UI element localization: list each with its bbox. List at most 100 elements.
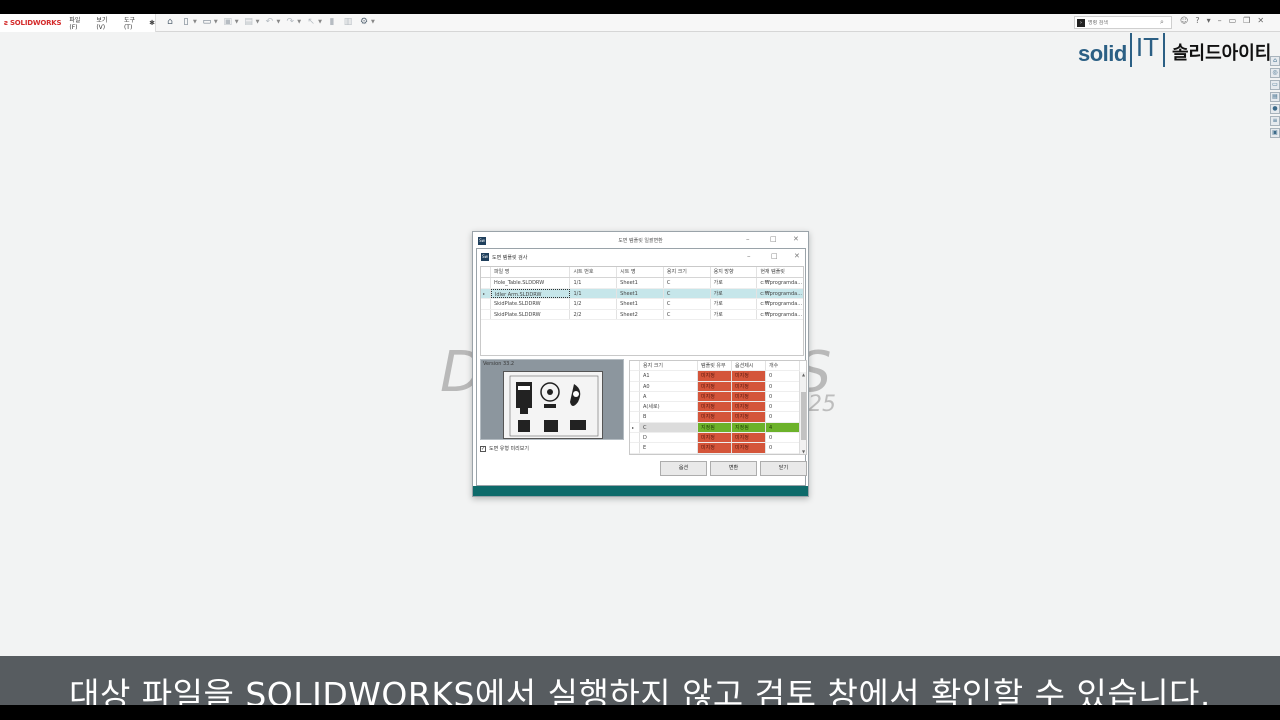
chevron-down-icon[interactable]: ▼ [318,19,322,25]
table-cell: C [640,422,698,434]
scroll-down-icon[interactable]: ▼ [800,449,806,454]
table-cell: 가로 [711,278,758,288]
palette-icon[interactable]: ▤ [1270,92,1280,102]
table-row[interactable]: Hole_Table.SLDDRW 1/1 Sheet1 C 가로 c:₩pro… [481,278,803,289]
table-cell: Sheet1 [617,278,664,288]
vertical-scrollbar[interactable]: ▲ ▼ [799,372,806,454]
chevron-down-icon[interactable]: ▾ [1207,16,1211,25]
column-header[interactable]: 용지 크기 [640,361,698,372]
preview-checkbox-row[interactable]: ✓ 도면 유형 미리보기 [480,445,529,452]
column-header[interactable]: 현재 템플릿 [757,267,803,277]
close-icon[interactable]: ✕ [793,235,799,243]
app-menu-left: ƨ SOLIDWORKS 파일(F) 보기(V) 도구(T) ✱ [0,14,156,32]
sheet-size-grid: 용지 크기 템플릿 유무 옵션제시 개수 A1 미지정 미지정 0 A0 미지정… [629,360,807,455]
appearance-icon[interactable]: ● [1270,104,1280,114]
chevron-down-icon[interactable]: ▼ [371,19,375,25]
properties-icon[interactable]: ≡ [1270,116,1280,126]
row-header-cell [630,371,640,382]
table-cell: 1/1 [570,288,618,298]
pin-icon[interactable]: ✱ [149,19,155,27]
table-row[interactable]: A0 미지정 미지정 0 [630,381,806,392]
tile-icon[interactable]: ▭ [1229,16,1237,25]
menu-view[interactable]: 보기(V) [96,15,116,31]
new-document-icon[interactable]: ▯ [180,16,192,28]
chevron-down-icon[interactable]: ▼ [235,19,239,25]
table-row[interactable]: SkidPlate.SLDDRW 1/2 Sheet1 C 가로 c:₩prog… [481,299,803,310]
close-button[interactable]: 닫기 [760,461,807,476]
table-row[interactable]: A 미지정 미지정 0 [630,391,806,403]
table-cell: 4 [766,422,800,434]
table-row-selected[interactable]: ▸ Idler Arm.SLDDRW 1/1 Sheet1 C 가로 c:₩pr… [481,288,803,299]
minimize-icon[interactable]: – [746,235,750,243]
maximize-icon[interactable]: □ [771,252,778,260]
menu-file[interactable]: 파일(F) [69,15,88,31]
column-header[interactable]: 시트 명 [617,267,664,277]
column-header[interactable]: 용지 크기 [664,267,711,277]
gear-icon[interactable]: ⚙ [358,16,370,28]
chevron-down-icon[interactable]: ▼ [193,19,197,25]
chevron-down-icon[interactable]: ▼ [256,19,260,25]
open-icon[interactable]: ▭ [201,16,213,28]
table-row[interactable]: B 미지정 미지정 0 [630,412,806,423]
column-header[interactable]: 옵션제시 [732,361,766,372]
chevron-down-icon[interactable]: ▼ [276,19,280,25]
rebuild-icon[interactable]: ▮ [326,16,338,28]
table-cell: 0 [766,433,800,444]
column-header[interactable]: 시트 번호 [570,267,618,277]
table-cell: c:₩programda... [760,311,803,318]
status-cell: 미지정 [698,371,732,382]
dialog-title: 도면 템플릿 일괄변환 [618,238,663,244]
column-header[interactable]: 템플릿 유무 [698,361,732,372]
table-row[interactable]: SkidPlate.SLDDRW 2/2 Sheet2 C 가로 c:₩prog… [481,309,803,320]
redo-icon[interactable]: ↷ [284,16,296,28]
scroll-up-icon[interactable]: ▲ [800,372,806,377]
select-icon[interactable]: ↖ [305,16,317,28]
status-cell: 미지정 [732,371,766,382]
table-row[interactable]: D 미지정 미지정 0 [630,433,806,444]
table-row[interactable]: A(세로) 미지정 미지정 0 [630,402,806,413]
convert-button[interactable]: 변환 [710,461,757,476]
table-cell: 가로 [711,309,758,319]
help-icon[interactable]: ? [1195,16,1199,25]
table-cell: SkidPlate.SLDDRW [491,299,571,309]
print-icon[interactable]: ▤ [243,16,255,28]
close-icon[interactable]: ✕ [1257,16,1264,25]
table-row[interactable]: E 미지정 미지정 0 [630,443,806,454]
status-cell: 미지정 [732,402,766,413]
minimize-icon[interactable]: – [1218,16,1222,25]
maximize-icon[interactable]: □ [770,235,777,243]
table-cell: 0 [766,402,800,413]
solidworks-logo[interactable]: ƨ SOLIDWORKS [4,19,62,27]
file-properties-icon[interactable]: ▥ [342,16,354,28]
chevron-down-icon[interactable]: ▼ [297,19,301,25]
column-header[interactable]: 개수 [766,361,800,372]
table-row[interactable]: A1 미지정 미지정 0 [630,371,806,382]
preview-checkbox[interactable]: ✓ [480,445,486,452]
user-icon[interactable]: ☺ [1180,16,1188,25]
menu-tools[interactable]: 도구(T) [124,15,143,31]
option-button[interactable]: 옵션 [660,461,707,476]
search-input[interactable] [1088,19,1158,26]
row-header-cell [481,278,491,288]
home-icon[interactable]: ⌂ [164,16,176,28]
scroll-thumb[interactable] [801,392,806,440]
table-cell: 0 [766,381,800,392]
status-cell: 미지정 [698,381,732,392]
folder-icon[interactable]: ▭ [1270,80,1280,90]
close-icon[interactable]: ✕ [794,252,800,260]
undo-icon[interactable]: ↶ [263,16,275,28]
task-pane-tabs: ⌂ ◎ ▭ ▤ ● ≡ ▣ [1270,56,1280,138]
table-row-selected[interactable]: ▸ C 지정됨 지정됨 4 [630,422,806,434]
restore-icon[interactable]: ❐ [1243,16,1250,25]
minimize-icon[interactable]: – [747,252,751,260]
save-icon[interactable]: ▣ [222,16,234,28]
table-cell: Sheet1 [617,299,664,309]
chevron-down-icon[interactable]: ▼ [214,19,218,25]
search-icon[interactable]: ⌕ [1160,18,1164,27]
resources-icon[interactable]: ◎ [1270,68,1280,78]
view-palette-icon[interactable]: ▣ [1270,128,1280,138]
home-icon[interactable]: ⌂ [1270,56,1280,66]
column-header[interactable]: 용지 방향 [711,267,758,277]
row-header-cell [630,402,640,413]
column-header[interactable]: 파일 명 [491,267,571,277]
